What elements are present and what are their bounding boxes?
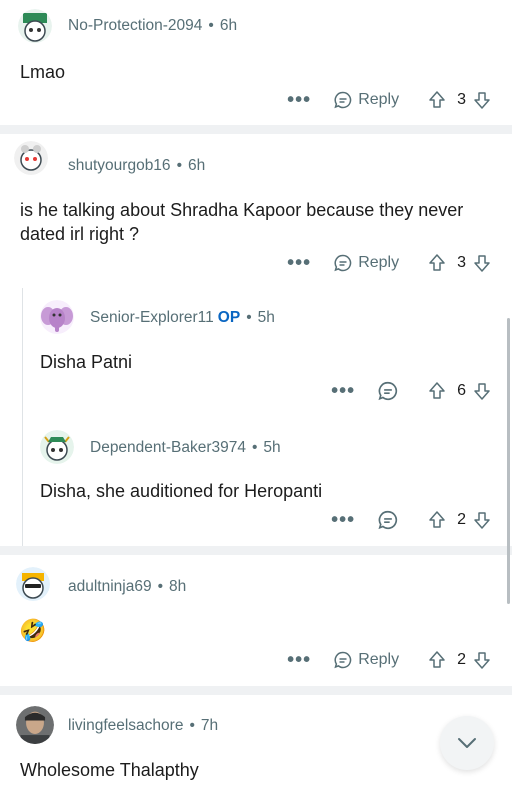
vote-count: 6 [457,382,466,399]
comment-meta: Senior-Explorer11 OP • 5h [90,309,275,326]
reply-icon [334,651,352,669]
vote-control: 3 [427,253,492,273]
upvote-icon[interactable] [427,510,447,530]
more-options-button[interactable]: ••• [287,650,311,670]
timestamp: 7h [200,717,219,734]
timestamp: 8h [169,578,187,595]
user-avatar[interactable] [40,430,74,464]
upvote-icon[interactable] [427,650,447,670]
username[interactable]: Dependent-Baker3974 [90,439,246,456]
scrollbar[interactable] [507,318,510,604]
downvote-icon[interactable] [472,381,492,401]
username[interactable]: shutyourgob16 [68,157,171,174]
comment-separator [0,546,512,555]
more-options-button[interactable]: ••• [287,90,311,110]
comment-actions: ••• Reply 3 [287,90,492,110]
comment-meta: No-Protection-2094 • 6h [68,17,238,34]
downvote-icon[interactable] [472,510,492,530]
thread-line[interactable] [22,288,23,546]
comment-meta: Dependent-Baker3974 • 5h [90,439,281,456]
vote-count: 3 [457,91,466,108]
comment-meta: shutyourgob16 • 6h [68,157,206,174]
username[interactable]: livingfeelsachore [68,717,183,734]
comment-text: Disha Patni [40,352,133,372]
username[interactable]: No-Protection-2094 [68,17,202,34]
comment-5: adultninja69 • 8h 🤣 ••• Reply 2 [0,555,512,686]
user-avatar[interactable] [16,567,50,601]
reply-icon [378,510,398,530]
comment-meta: adultninja69 • 8h [68,578,187,595]
username[interactable]: adultninja69 [68,578,152,595]
timestamp: 5h [263,439,281,456]
vote-count: 3 [457,254,466,271]
comment-separator [0,125,512,134]
comment-2: shutyourgob16 • 6h is he talking about Shr… [0,134,512,546]
reply-button[interactable]: Reply [333,90,399,110]
reply-button[interactable]: Reply [333,253,399,273]
downvote-icon[interactable] [472,650,492,670]
more-options-button[interactable]: ••• [331,381,355,401]
comment-6: livingfeelsachore • 7h Wholesome Thalapthy [0,695,512,789]
user-avatar[interactable] [14,141,48,175]
vote-control: 6 [427,381,492,401]
more-options-button[interactable]: ••• [331,510,355,530]
user-avatar[interactable] [16,706,54,744]
comment-text: Disha, she auditioned for Heropanti [40,481,323,501]
user-avatar[interactable] [40,300,74,334]
comment-text: is he talking about Shradha Kapoor becau… [20,200,464,244]
comment-separator [0,686,512,695]
comment-actions: ••• 2 [331,509,492,531]
timestamp: 6h [188,157,206,174]
timestamp: 6h [219,17,238,34]
reply-label: Reply [358,254,400,271]
collapse-button[interactable] [440,716,494,770]
upvote-icon[interactable] [427,90,447,110]
vote-control: 2 [427,510,492,530]
reply-icon [334,91,352,109]
downvote-icon[interactable] [472,253,492,273]
vote-count: 2 [457,651,466,668]
vote-count: 2 [457,511,466,528]
reply-button[interactable] [377,509,399,531]
downvote-icon[interactable] [472,90,492,110]
comment-actions: ••• 6 [331,380,492,402]
vote-control: 2 [427,650,492,670]
user-avatar[interactable] [18,9,52,43]
chevron-down-icon [458,738,476,748]
timestamp: 5h [257,309,275,326]
comment-text: Wholesome Thalapthy [20,760,199,780]
op-badge: OP [217,309,241,326]
vote-control: 3 [427,90,492,110]
comment-text: Lmao [20,62,66,82]
comment-1: No-Protection-2094 • 6h Lmao ••• Reply 3 [0,0,512,125]
comment-actions: ••• Reply 2 [287,650,492,670]
reply-label: Reply [358,651,400,668]
reply-button[interactable]: Reply [333,650,399,670]
emoji-rofl: 🤣 [19,618,47,643]
more-options-button[interactable]: ••• [287,253,311,273]
reply-button[interactable] [377,380,399,402]
upvote-icon[interactable] [427,381,447,401]
comment-actions: ••• Reply 3 [287,253,492,273]
reply-icon [378,381,398,401]
reply-icon [334,254,352,272]
reply-label: Reply [358,91,400,108]
comment-meta: livingfeelsachore • 7h [68,717,219,734]
username[interactable]: Senior-Explorer11 [90,309,214,326]
upvote-icon[interactable] [427,253,447,273]
